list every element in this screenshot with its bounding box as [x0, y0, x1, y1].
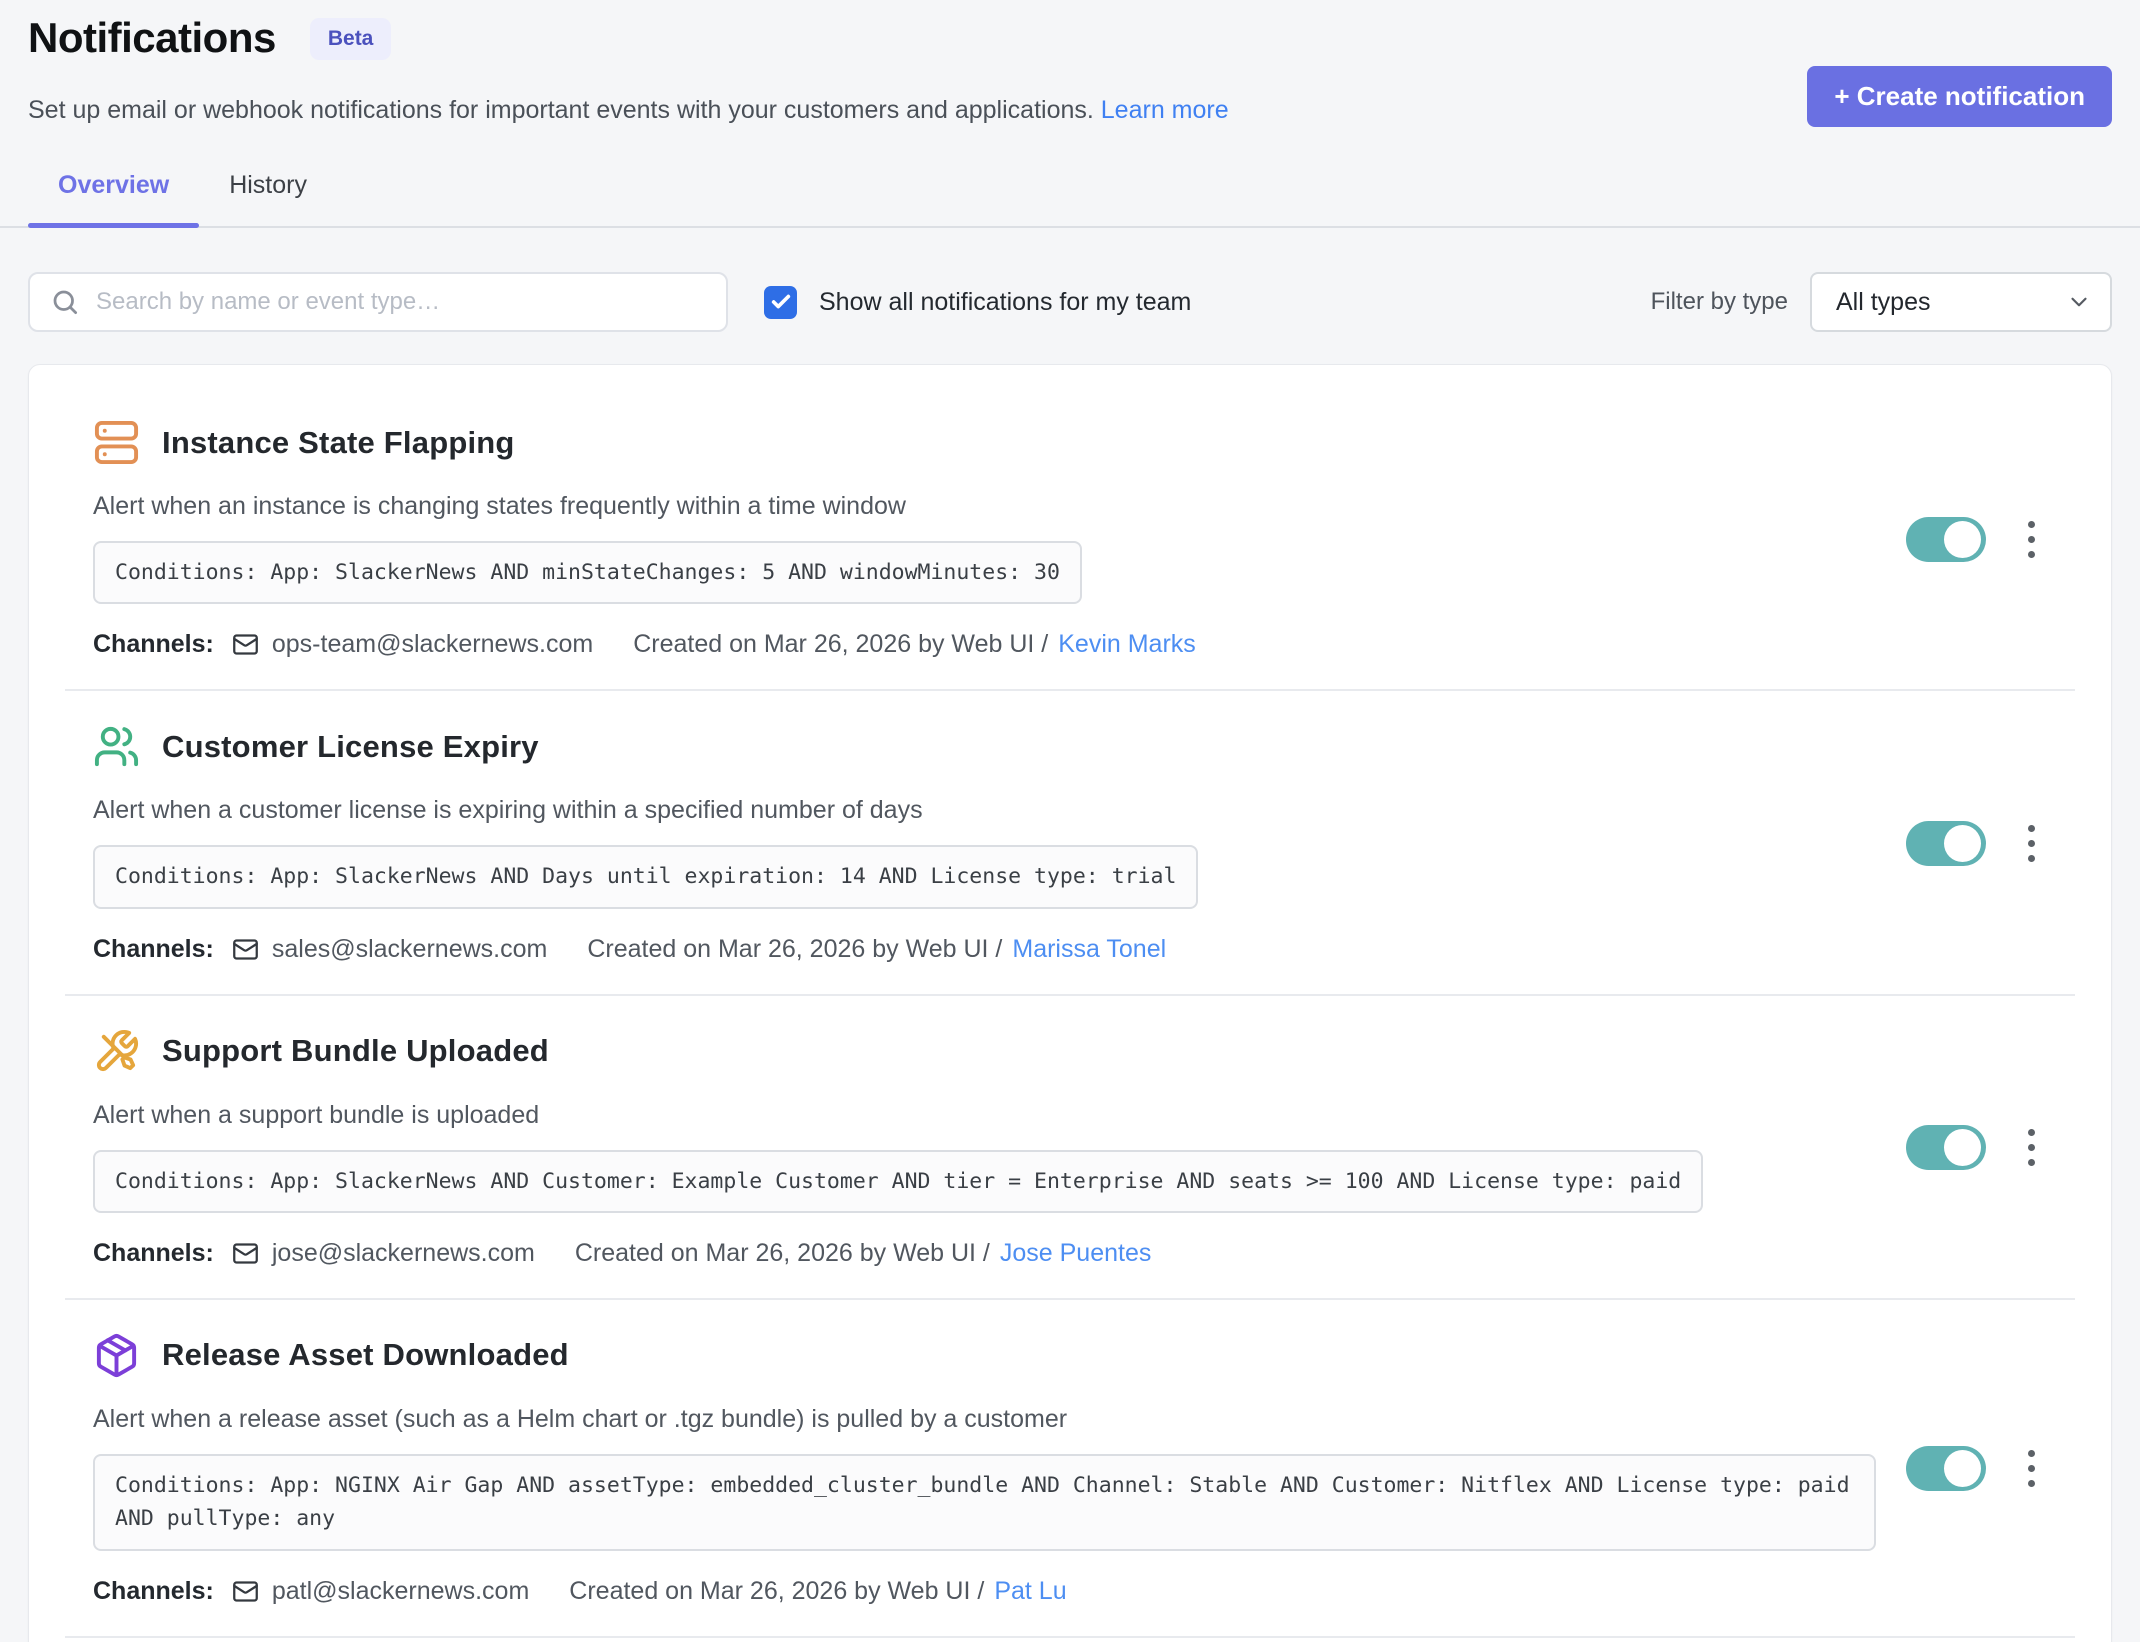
notifications-page: Notifications Beta + Create notification…	[0, 14, 2140, 1642]
notification-description: Alert when a customer license is expirin…	[93, 796, 1876, 825]
created-by-link[interactable]: Kevin Marks	[1058, 630, 1196, 659]
team-notifications-checkbox-label: Show all notifications for my team	[819, 288, 1191, 317]
channels-line: Channels: ops-team@slackernews.com Creat…	[93, 630, 1876, 659]
notification-description: Alert when a support bundle is uploaded	[93, 1101, 1876, 1130]
toggle-knob	[1944, 1450, 1981, 1487]
notification-controls	[1876, 1125, 2111, 1170]
notification-row-support-bundle-uploaded: Support Bundle Uploaded Alert when a sup…	[29, 996, 2111, 1298]
check-icon	[770, 291, 792, 313]
mail-icon	[232, 1240, 259, 1267]
tab-history[interactable]: History	[199, 165, 337, 226]
notification-row-instance-state-flapping: Instance State Flapping Alert when an in…	[29, 387, 2111, 689]
package-icon	[93, 1332, 140, 1379]
mail-icon	[232, 936, 259, 963]
notification-content: Customer License Expiry Alert when a cus…	[29, 723, 1876, 963]
notification-row-release-asset-downloaded: Release Asset Downloaded Alert when a re…	[29, 1300, 2111, 1636]
channel-email: ops-team@slackernews.com	[272, 630, 593, 659]
notification-description: Alert when an instance is changing state…	[93, 492, 1876, 521]
filter-type-value: All types	[1836, 288, 1930, 317]
notification-title-line: Instance State Flapping	[93, 419, 1876, 466]
channel-email: patl@slackernews.com	[272, 1577, 529, 1606]
chevron-down-icon	[2066, 289, 2092, 315]
created-text: Created on Mar 26, 2026 by Web UI /	[575, 1239, 990, 1268]
notification-controls	[1876, 821, 2111, 866]
tab-overview[interactable]: Overview	[28, 165, 199, 226]
channels-line: Channels: patl@slackernews.com Created o…	[93, 1577, 1876, 1606]
row-divider	[65, 1636, 2075, 1638]
notification-content: Instance State Flapping Alert when an in…	[29, 419, 1876, 659]
channels-label: Channels:	[93, 935, 214, 964]
notification-content: Release Asset Downloaded Alert when a re…	[29, 1332, 1876, 1606]
create-notification-button[interactable]: + Create notification	[1807, 66, 2112, 127]
tab-bar: Overview History	[0, 165, 2140, 228]
conditions-box: Conditions: App: SlackerNews AND minStat…	[93, 541, 1082, 604]
enabled-toggle[interactable]	[1906, 1125, 1986, 1170]
created-by-link[interactable]: Marissa Tonel	[1012, 935, 1166, 964]
enabled-toggle[interactable]	[1906, 1446, 1986, 1491]
notification-row-customer-license-expiry: Customer License Expiry Alert when a cus…	[29, 691, 2111, 993]
search-input[interactable]	[28, 272, 728, 332]
created-text: Created on Mar 26, 2026 by Web UI /	[633, 630, 1048, 659]
page-header: Notifications Beta	[28, 14, 2112, 62]
created-text: Created on Mar 26, 2026 by Web UI /	[569, 1577, 984, 1606]
notification-title-line: Support Bundle Uploaded	[93, 1028, 1876, 1075]
kebab-menu-icon[interactable]	[2024, 517, 2039, 562]
notification-title-line: Release Asset Downloaded	[93, 1332, 1876, 1379]
notification-title: Customer License Expiry	[162, 729, 539, 765]
created-by-link[interactable]: Jose Puentes	[1000, 1239, 1152, 1268]
channel-email: jose@slackernews.com	[272, 1239, 535, 1268]
created-text: Created on Mar 26, 2026 by Web UI /	[587, 935, 1002, 964]
filter-type-select[interactable]: All types	[1810, 272, 2112, 332]
team-notifications-checkbox[interactable]	[764, 286, 797, 319]
notification-content: Support Bundle Uploaded Alert when a sup…	[29, 1028, 1876, 1268]
kebab-menu-icon[interactable]	[2024, 1446, 2039, 1491]
notification-title: Support Bundle Uploaded	[162, 1033, 549, 1069]
conditions-box: Conditions: App: SlackerNews AND Days un…	[93, 845, 1198, 908]
toggle-knob	[1944, 1129, 1981, 1166]
notification-title: Release Asset Downloaded	[162, 1337, 569, 1373]
users-icon	[93, 723, 140, 770]
mail-icon	[232, 1578, 259, 1605]
page-description-text: Set up email or webhook notifications fo…	[28, 96, 1094, 124]
notifications-list-card: Instance State Flapping Alert when an in…	[28, 364, 2112, 1642]
beta-badge: Beta	[310, 18, 392, 60]
search-box	[28, 272, 728, 332]
filter-by-type-label: Filter by type	[1651, 288, 1788, 316]
server-icon	[93, 419, 140, 466]
channels-line: Channels: sales@slackernews.com Created …	[93, 935, 1876, 964]
notification-controls	[1876, 1446, 2111, 1491]
mail-icon	[232, 631, 259, 658]
kebab-menu-icon[interactable]	[2024, 821, 2039, 866]
channels-label: Channels:	[93, 1577, 214, 1606]
filter-by-type-group: Filter by type All types	[1651, 272, 2112, 332]
page-title: Notifications	[28, 14, 276, 62]
enabled-toggle[interactable]	[1906, 821, 1986, 866]
search-icon	[50, 287, 80, 317]
channels-label: Channels:	[93, 1239, 214, 1268]
team-notifications-checkbox-group: Show all notifications for my team	[764, 286, 1191, 319]
conditions-box: Conditions: App: NGINX Air Gap AND asset…	[93, 1454, 1876, 1551]
learn-more-link[interactable]: Learn more	[1101, 96, 1229, 124]
toggle-knob	[1944, 825, 1981, 862]
channels-line: Channels: jose@slackernews.com Created o…	[93, 1239, 1876, 1268]
tools-icon	[93, 1028, 140, 1075]
created-by-link[interactable]: Pat Lu	[994, 1577, 1066, 1606]
notification-description: Alert when a release asset (such as a He…	[93, 1405, 1876, 1434]
notification-controls	[1876, 517, 2111, 562]
notification-title-line: Customer License Expiry	[93, 723, 1876, 770]
toggle-knob	[1944, 521, 1981, 558]
conditions-box: Conditions: App: SlackerNews AND Custome…	[93, 1150, 1703, 1213]
enabled-toggle[interactable]	[1906, 517, 1986, 562]
kebab-menu-icon[interactable]	[2024, 1125, 2039, 1170]
channel-email: sales@slackernews.com	[272, 935, 547, 964]
channels-label: Channels:	[93, 630, 214, 659]
filter-controls: Show all notifications for my team Filte…	[28, 272, 2112, 332]
notification-title: Instance State Flapping	[162, 425, 515, 461]
page-description: Set up email or webhook notifications fo…	[28, 96, 2112, 125]
